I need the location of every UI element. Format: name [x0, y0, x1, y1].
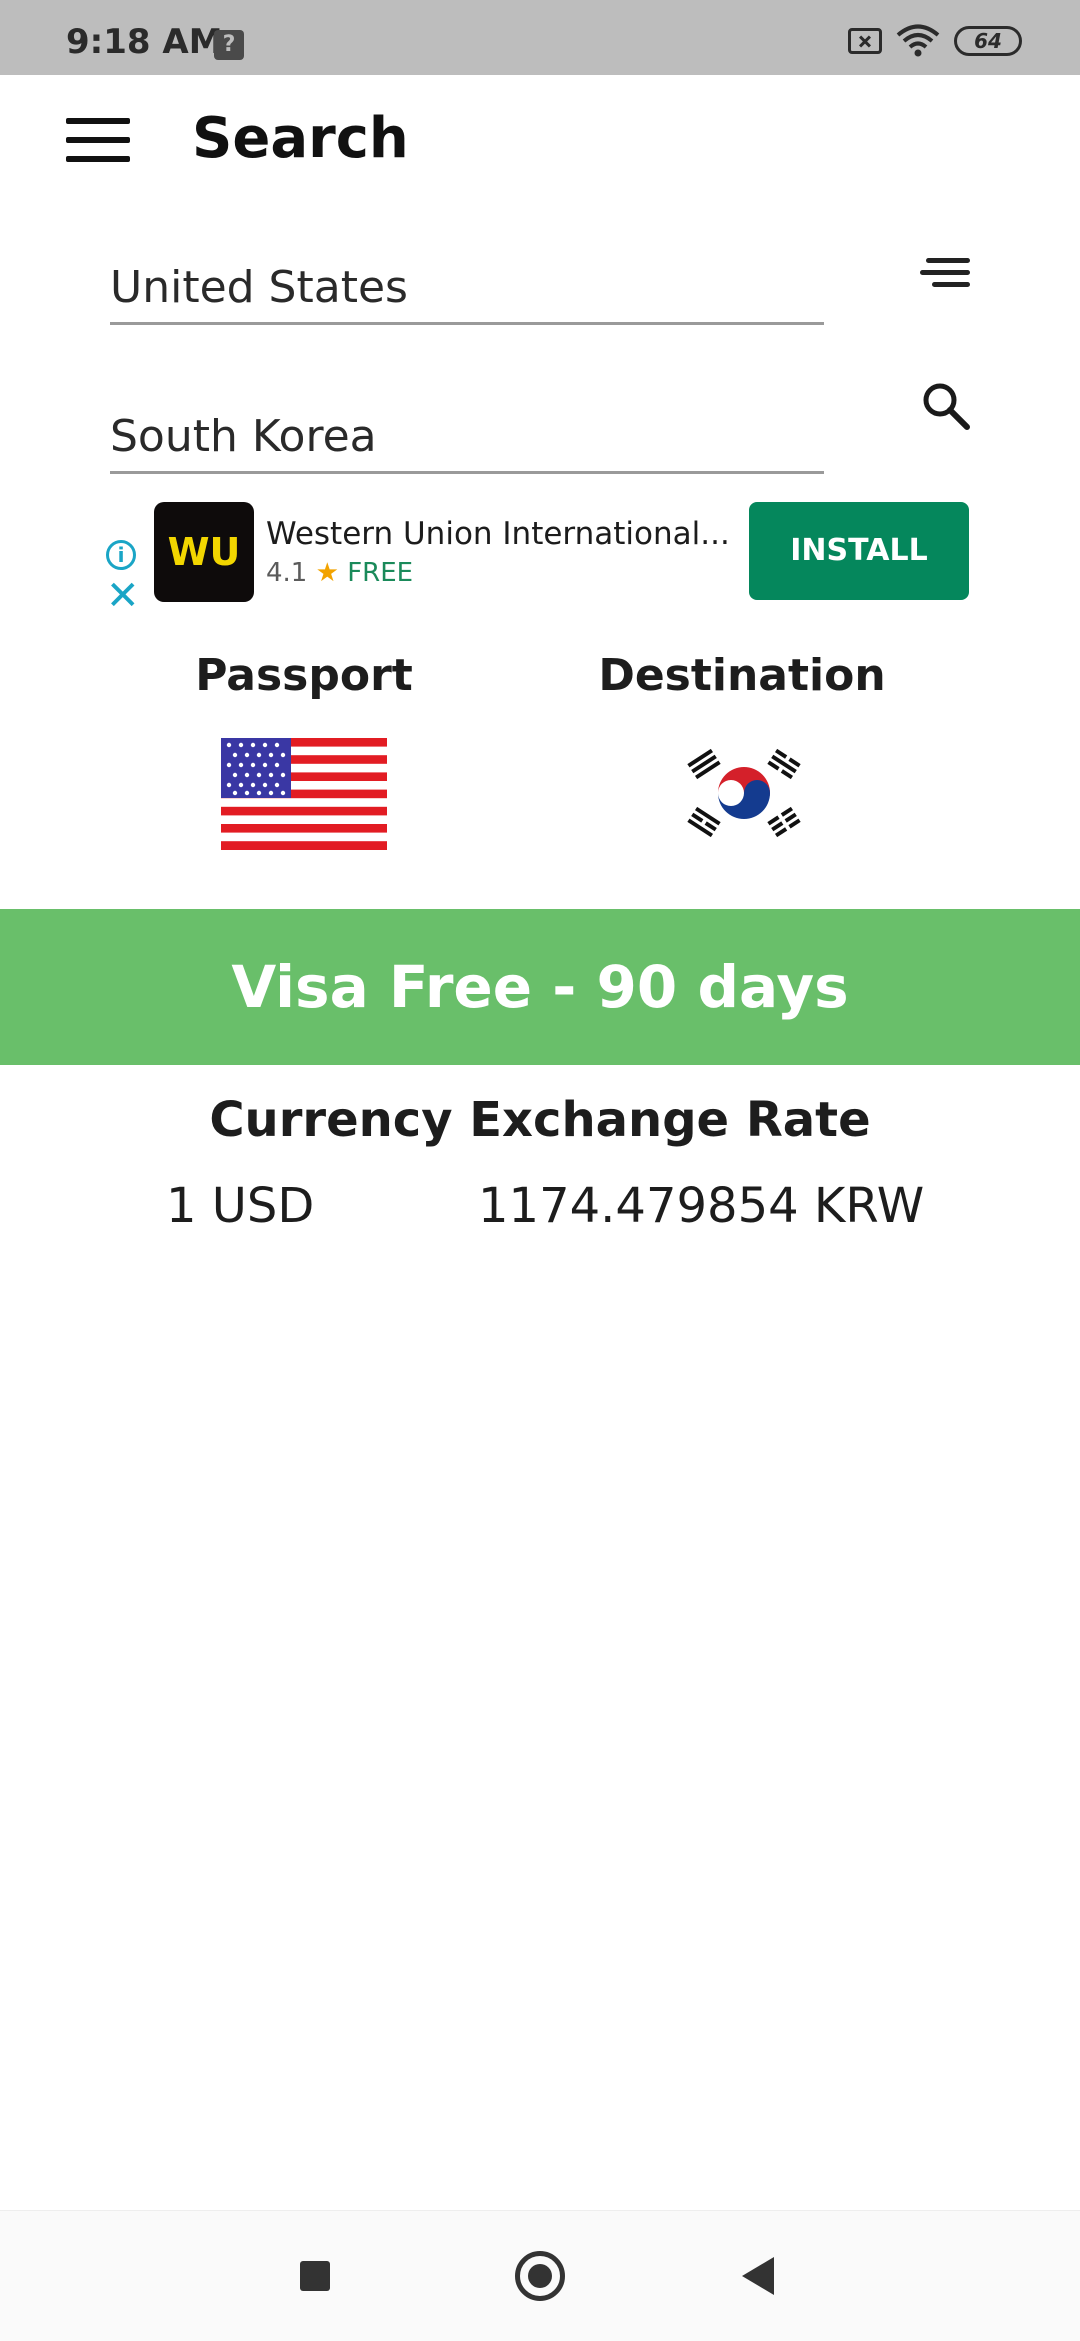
currency-from: 1 USD — [166, 1178, 315, 1234]
visa-status-banner: Visa Free - 90 days — [0, 909, 1080, 1065]
back-icon[interactable] — [742, 2257, 774, 2295]
install-button[interactable]: INSTALL — [749, 502, 969, 600]
passport-country-value: United States — [110, 262, 408, 313]
sort-lines-icon[interactable] — [918, 258, 970, 292]
ad-info-icon[interactable]: i — [106, 540, 136, 570]
hamburger-menu-icon[interactable] — [66, 118, 130, 164]
notification-icon: ? — [214, 30, 244, 60]
ad-banner[interactable]: i ✕ WU Western Union International... 4.… — [100, 496, 980, 616]
wifi-icon — [896, 24, 940, 57]
no-sim-icon — [848, 28, 882, 54]
system-nav-bar — [0, 2210, 1080, 2341]
ad-rating: 4.1 — [266, 558, 308, 588]
star-icon: ★ — [315, 558, 339, 588]
passport-label: Passport — [195, 650, 413, 701]
home-icon[interactable] — [515, 2251, 565, 2301]
ad-meta: 4.1 ★ FREE — [266, 558, 413, 588]
south-korea-flag-icon — [682, 746, 806, 840]
passport-country-field[interactable]: United States — [110, 238, 824, 325]
destination-country-value: South Korea — [110, 411, 377, 462]
ad-title[interactable]: Western Union International... — [266, 516, 730, 552]
currency-title: Currency Exchange Rate — [209, 1092, 871, 1148]
visa-status-text: Visa Free - 90 days — [231, 953, 849, 1021]
destination-label: Destination — [598, 650, 886, 701]
currency-to: 1174.479854 KRW — [478, 1178, 925, 1234]
status-icons: 64 — [848, 24, 1022, 58]
search-icon[interactable] — [920, 380, 972, 432]
destination-country-field[interactable]: South Korea — [110, 387, 824, 474]
status-bar: 9:18 AM ? 64 — [0, 0, 1080, 75]
western-union-logo[interactable]: WU — [154, 502, 254, 602]
recents-icon[interactable] — [300, 2261, 330, 2291]
ad-close-icon[interactable]: ✕ — [106, 576, 140, 616]
us-flag-icon — [221, 738, 387, 850]
status-time: 9:18 AM — [66, 22, 223, 62]
page-title: Search — [192, 106, 409, 171]
battery-icon: 64 — [954, 26, 1022, 56]
ad-price: FREE — [347, 558, 414, 588]
